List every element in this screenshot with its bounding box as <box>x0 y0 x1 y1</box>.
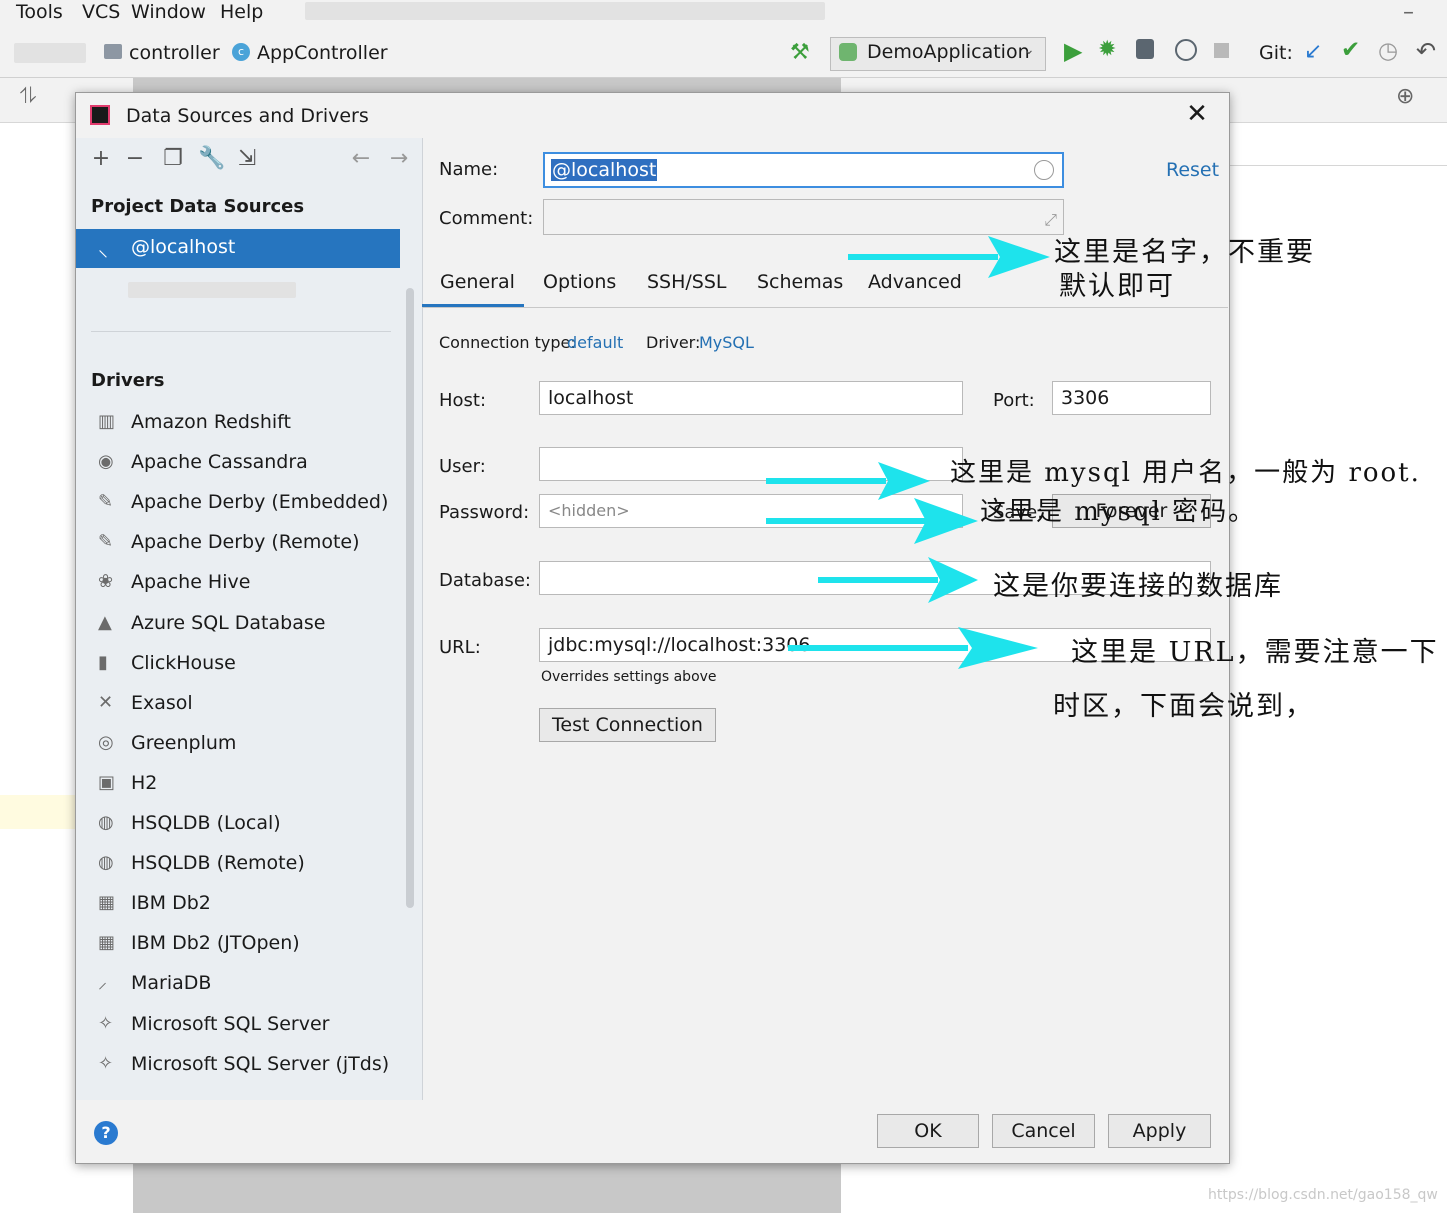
annotation-user: 这里是 mysql 用户名，一般为 root. <box>950 458 1421 488</box>
annotation-url-2: 时区，下面会说到， <box>1053 691 1314 722</box>
arrow-url-head <box>958 627 1038 669</box>
watermark: https://blog.csdn.net/gao158_qw <box>1208 1187 1438 1203</box>
arrow-password-shaft <box>766 518 926 524</box>
arrow-url-shaft <box>788 645 968 651</box>
annotation-password: 这里是 mysql 密码。 <box>980 497 1257 527</box>
annotation-name-2: 默认即可 <box>1059 271 1175 302</box>
annotation-database: 这是你要连接的数据库 <box>993 571 1283 602</box>
arrow-user-shaft <box>766 478 886 484</box>
arrow-name-shaft <box>848 254 998 260</box>
arrow-database-shaft <box>818 577 938 583</box>
annotation-url-1: 这里是 URL，需要注意一下 <box>1071 637 1439 668</box>
annotation-arrows <box>766 236 1050 669</box>
